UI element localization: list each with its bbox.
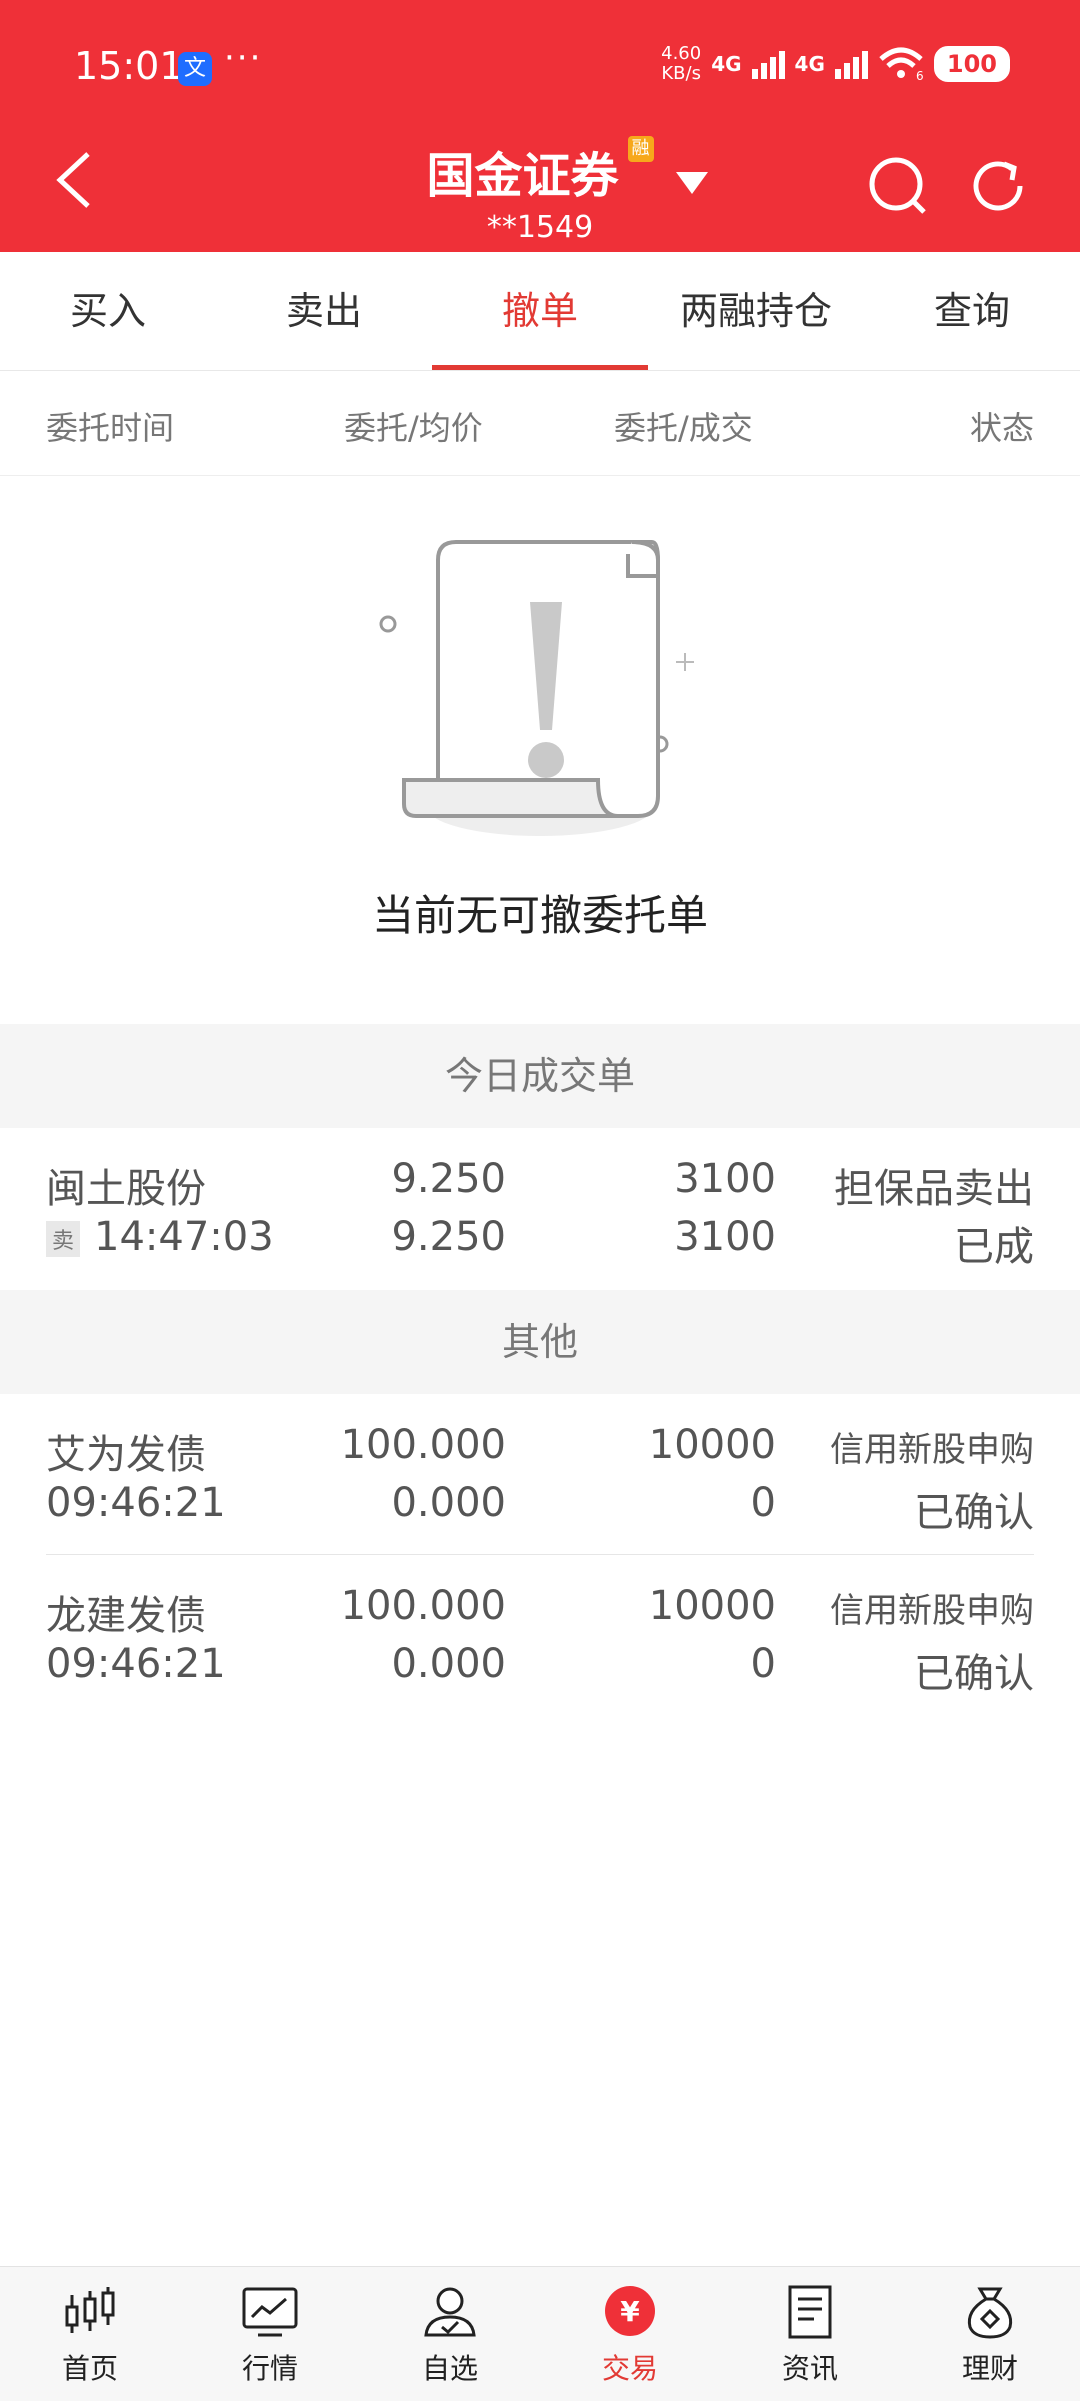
nav-trade[interactable]: ¥ 交易 xyxy=(540,2267,720,2401)
trade-tabs: 买入 卖出 撤单 两融持仓 查询 xyxy=(0,252,1080,371)
dropdown-icon[interactable] xyxy=(676,172,708,194)
battery-icon: 100 xyxy=(933,46,1010,82)
status-indicators: 4.60 KB/s 4G 4G 6 100 xyxy=(661,44,1010,84)
avg-price: 0.000 xyxy=(391,1480,506,1526)
col-order-qty: 委托/成交 xyxy=(614,409,753,447)
tab-sell[interactable]: 卖出 xyxy=(216,252,432,370)
filled-qty: 0 xyxy=(750,1641,776,1687)
order-type: 信用新股申购 xyxy=(830,1591,1034,1631)
stock-name: 艾为发债 xyxy=(46,1432,206,1478)
order-type: 信用新股申购 xyxy=(830,1430,1034,1470)
nav-market[interactable]: 行情 xyxy=(180,2267,360,2401)
document-icon xyxy=(788,2285,832,2339)
order-type: 担保品卖出 xyxy=(834,1166,1034,1212)
search-icon[interactable] xyxy=(868,156,928,216)
network-type-2: 4G xyxy=(794,52,825,76)
order-time: 09:46:21 xyxy=(46,1480,226,1526)
refresh-icon[interactable] xyxy=(968,156,1028,216)
tab-cancel-order[interactable]: 撤单 xyxy=(432,252,648,370)
svg-text:6: 6 xyxy=(916,69,924,81)
svg-text:¥: ¥ xyxy=(620,2295,640,2328)
order-qty: 3100 xyxy=(674,1156,776,1202)
filled-qty: 3100 xyxy=(674,1214,776,1260)
broker-name: 国金证券 xyxy=(426,148,619,204)
avg-price: 0.000 xyxy=(391,1641,506,1687)
nav-wealth[interactable]: 理财 xyxy=(900,2267,1080,2401)
column-headers: 委托时间 委托/均价 委托/成交 状态 xyxy=(0,371,1080,476)
table-row[interactable]: 闽土股份 卖 14:47:03 9.250 9.250 3100 3100 担保品… xyxy=(0,1128,1080,1288)
order-price: 100.000 xyxy=(340,1583,506,1629)
tab-buy[interactable]: 买入 xyxy=(0,252,216,370)
tab-margin-positions[interactable]: 两融持仓 xyxy=(648,252,864,370)
status-time: 15:01 xyxy=(74,44,184,88)
chart-icon xyxy=(242,2287,298,2337)
network-speed: 4.60 KB/s xyxy=(661,43,702,84)
col-order-price: 委托/均价 xyxy=(344,409,483,447)
order-status: 已确认 xyxy=(914,1490,1034,1536)
empty-document-icon xyxy=(379,540,694,836)
nav-news[interactable]: 资讯 xyxy=(720,2267,900,2401)
more-notifications-icon: ··· xyxy=(224,38,263,78)
stock-name: 闽土股份 xyxy=(46,1166,206,1212)
avg-price: 9.250 xyxy=(391,1214,506,1260)
wifi-icon: 6 xyxy=(879,47,924,81)
order-status: 已成 xyxy=(954,1224,1034,1270)
nav-home[interactable]: 首页 xyxy=(0,2267,180,2401)
stock-name: 龙建发债 xyxy=(46,1593,206,1639)
money-bag-icon xyxy=(967,2287,1013,2339)
bottom-nav: 首页 行情 自选 ¥ 交易 资讯 理财 xyxy=(0,2266,1080,2401)
yuan-icon: ¥ xyxy=(605,2286,655,2336)
table-row[interactable]: 龙建发债 09:46:21 100.000 0.000 10000 0 信用新股… xyxy=(0,1555,1080,1715)
candlestick-icon xyxy=(65,2287,115,2333)
section-today-deals: 今日成交单 xyxy=(0,1024,1080,1128)
order-time: 09:46:21 xyxy=(46,1641,226,1687)
order-qty: 10000 xyxy=(648,1583,776,1629)
order-qty: 10000 xyxy=(648,1422,776,1468)
order-price: 9.250 xyxy=(391,1156,506,1202)
alipay-notification-icon: 文 xyxy=(178,52,212,86)
signal-icon xyxy=(751,49,785,79)
table-row[interactable]: 艾为发债 09:46:21 100.000 0.000 10000 0 信用新股… xyxy=(0,1394,1080,1554)
sell-tag: 卖 xyxy=(46,1221,81,1257)
network-type-1: 4G xyxy=(711,52,742,76)
empty-message: 当前无可撤委托单 xyxy=(371,891,708,940)
tab-query[interactable]: 查询 xyxy=(864,252,1080,370)
signal-icon xyxy=(834,49,868,79)
nav-watchlist[interactable]: 自选 xyxy=(360,2267,540,2401)
col-status: 状态 xyxy=(969,409,1034,447)
order-price: 100.000 xyxy=(340,1422,506,1468)
section-other: 其他 xyxy=(0,1290,1080,1394)
order-time-cell: 卖 14:47:03 xyxy=(46,1214,274,1260)
app-header: 15:01 文 ··· 4.60 KB/s 4G 4G 6 100 国金证券 融… xyxy=(0,0,1080,252)
col-order-time: 委托时间 xyxy=(46,409,175,447)
user-check-icon xyxy=(424,2287,476,2337)
order-status: 已确认 xyxy=(914,1651,1034,1697)
filled-qty: 0 xyxy=(750,1480,776,1526)
margin-badge: 融 xyxy=(627,136,654,162)
